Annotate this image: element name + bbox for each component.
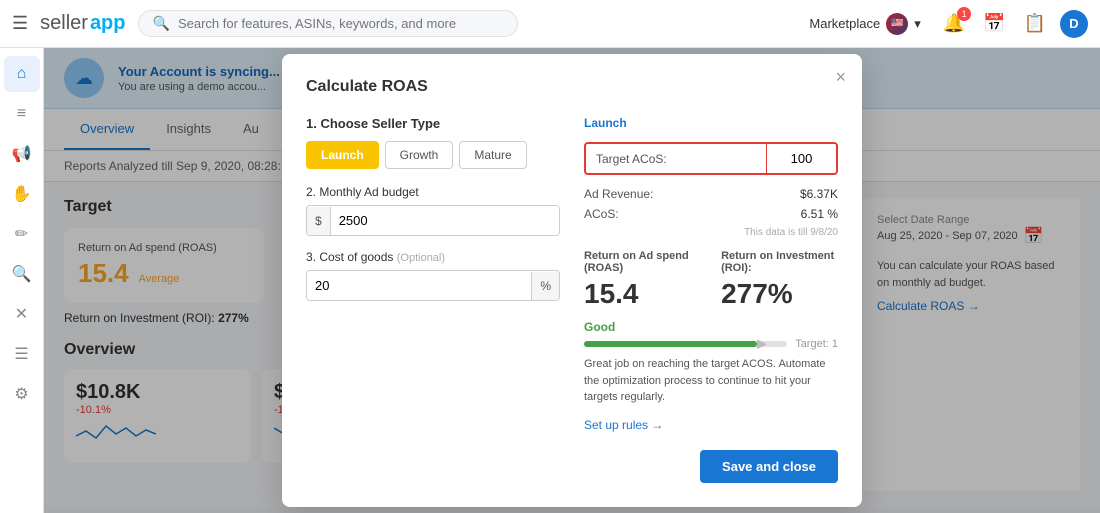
sidebar-item-tools[interactable]: ✋ (4, 176, 40, 212)
progress-fill (584, 341, 757, 347)
sidebar-item-settings[interactable]: ⚙ (4, 376, 40, 412)
marketplace-button[interactable]: Marketplace 🇺🇸 ▾ (801, 9, 928, 39)
seller-btn-growth[interactable]: Growth (385, 141, 454, 169)
hamburger-icon[interactable]: ☰ (12, 13, 28, 34)
roas-roi-section: Return on Ad spend (ROAS) 15.4 Return on… (584, 250, 838, 310)
sidebar-item-close[interactable]: ✕ (4, 296, 40, 332)
modal-grid: 1. Choose Seller Type Launch Growth Matu… (306, 116, 838, 434)
acos-label: ACoS: (584, 207, 619, 221)
cog-input-group: % (306, 270, 560, 301)
save-close-button[interactable]: Save and close (700, 450, 838, 483)
roas-big-value: 15.4 (584, 278, 701, 310)
logo-app-text: app (90, 12, 126, 35)
modal-close-button[interactable]: × (835, 68, 846, 86)
calculate-roas-modal: Calculate ROAS × 1. Choose Seller Type L… (282, 54, 862, 507)
notification-badge: 1 (957, 7, 971, 21)
calendar-button[interactable]: 📅 (979, 9, 1009, 38)
avatar[interactable]: D (1060, 10, 1088, 38)
sidebar-item-edit[interactable]: ✏ (4, 216, 40, 252)
nav-right: Marketplace 🇺🇸 ▾ 🔔 1 📅 📋 D (801, 9, 1088, 39)
good-label: Good (584, 320, 838, 334)
setup-rules-link[interactable]: Set up rules → (584, 418, 663, 432)
seller-btn-mature[interactable]: Mature (459, 141, 526, 169)
seller-type-row: Launch Growth Mature (306, 141, 560, 169)
modal-left-section: 1. Choose Seller Type Launch Growth Matu… (306, 116, 560, 434)
cog-suffix: % (531, 272, 559, 300)
acos-value: 6.51 % (801, 207, 838, 221)
ad-revenue-value: $6.37K (800, 187, 838, 201)
app-logo: seller app (40, 12, 125, 35)
desc-text: Great job on reaching the target ACOS. A… (584, 356, 838, 406)
cog-label: 3. Cost of goods (Optional) (306, 250, 560, 264)
marketplace-label: Marketplace (809, 16, 880, 31)
search-icon: 🔍 (153, 15, 170, 32)
sidebar: ⌂ ≡ 📢 ✋ ✏ 🔍 ✕ ☰ ⚙ (0, 48, 44, 513)
modal-title: Calculate ROAS (306, 78, 838, 96)
progress-row: Target: 1 (584, 338, 838, 350)
budget-input-group: $ (306, 205, 560, 236)
acos-row: ACoS: 6.51 % (584, 207, 838, 221)
top-navigation: ☰ seller app 🔍 Marketplace 🇺🇸 ▾ 🔔 1 📅 📋 … (0, 0, 1100, 48)
target-acos-box: Target ACoS: (584, 142, 838, 175)
modal-right-section: Launch Target ACoS: Ad Revenue: $6.37K A… (584, 116, 838, 434)
modal-overlay: Calculate ROAS × 1. Choose Seller Type L… (44, 48, 1100, 513)
main-layout: ⌂ ≡ 📢 ✋ ✏ 🔍 ✕ ☰ ⚙ ☁ Your Account is sync… (0, 48, 1100, 513)
launch-badge: Launch (584, 116, 838, 130)
roas-col-label: Return on Ad spend (ROAS) (584, 250, 701, 274)
roi-col-label: Return on Investment (ROI): (721, 250, 838, 274)
target-acos-label: Target ACoS: (586, 145, 766, 173)
ad-revenue-row: Ad Revenue: $6.37K (584, 187, 838, 201)
roi-big-value: 277% (721, 278, 838, 310)
search-input[interactable] (178, 16, 503, 31)
chevron-down-icon: ▾ (914, 16, 921, 32)
sidebar-item-menu[interactable]: ☰ (4, 336, 40, 372)
modal-footer: Save and close (306, 450, 838, 483)
seller-type-title: 1. Choose Seller Type (306, 116, 560, 131)
ad-revenue-label: Ad Revenue: (584, 187, 653, 201)
logo-seller-text: seller (40, 12, 88, 35)
sidebar-item-ads[interactable]: 📢 (4, 136, 40, 172)
sidebar-item-home[interactable]: ⌂ (4, 56, 40, 92)
main-content: ☁ Your Account is syncing... You are usi… (44, 48, 1100, 513)
cog-input[interactable] (307, 271, 531, 300)
budget-prefix: $ (307, 207, 331, 235)
progress-target: Target: 1 (795, 338, 838, 350)
roi-col: Return on Investment (ROI): 277% (721, 250, 838, 310)
messages-button[interactable]: 📋 (1020, 9, 1050, 38)
roas-col: Return on Ad spend (ROAS) 15.4 (584, 250, 701, 310)
notifications-button[interactable]: 🔔 1 (939, 9, 969, 38)
budget-input[interactable] (331, 206, 559, 235)
target-acos-input[interactable] (766, 144, 836, 173)
flag-icon: 🇺🇸 (886, 13, 908, 35)
seller-btn-launch[interactable]: Launch (306, 141, 379, 169)
budget-label: 2. Monthly Ad budget (306, 185, 560, 199)
data-note: This data is till 9/8/20 (584, 227, 838, 238)
progress-bar (584, 341, 787, 347)
sidebar-item-search[interactable]: 🔍 (4, 256, 40, 292)
search-bar[interactable]: 🔍 (138, 10, 518, 37)
progress-flag (757, 339, 767, 349)
sidebar-item-reports[interactable]: ≡ (4, 96, 40, 132)
